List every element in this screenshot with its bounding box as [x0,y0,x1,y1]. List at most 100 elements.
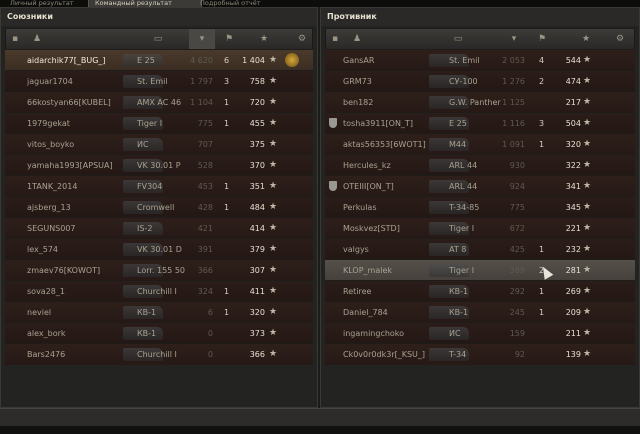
player-icon[interactable]: ♟ [30,29,44,49]
xp-value: 320 [565,140,581,149]
kills-value [539,92,551,113]
player-name: ajsberg_13 [27,203,71,212]
damage-value: 707 [197,140,213,149]
xp-value: 504 [565,119,581,128]
table-row[interactable]: jaguar1704 St. Emil 1 797 3 758 ★ [5,70,313,92]
table-row[interactable]: Moskvez[STD] Tiger I 672 221 ★ [325,217,635,239]
tank-icon[interactable]: ▭ [432,29,484,49]
star-icon: ★ [583,349,592,359]
xp-star-icon[interactable]: ★ [576,29,596,49]
damage-value: 0 [207,350,213,359]
table-row[interactable]: GRM73 СУ-100 1 276 2 474 ★ [325,70,635,92]
damage-value: 1 125 [502,98,525,107]
platoon-icon[interactable]: ▪ [328,29,342,49]
xp-value: 211 [565,329,581,338]
star-icon: ★ [269,181,278,191]
damage-value: 453 [197,182,213,191]
player-name: 1979gekat [27,119,70,128]
xp-value: 232 [565,245,581,254]
kills-value: 1 [539,287,545,296]
table-row[interactable]: 1TANK_2014 FV304 453 1 351 ★ [5,175,313,197]
table-row[interactable]: KLOP_malek Tiger I 389 2 281 ★ [325,259,635,281]
table-row[interactable]: GansAR St. Emil 2 053 4 544 ★ [325,49,635,71]
xp-value: 370 [249,161,265,170]
table-row[interactable]: sova28_1 Churchill I 324 1 411 ★ [5,280,313,302]
table-row[interactable]: ben182 G.W. Panther 1 125 217 ★ [325,91,635,113]
kills-icon[interactable]: ⚑ [532,29,552,49]
damage-value: 92 [514,350,525,359]
tab-personal[interactable]: Личный результат [4,0,96,7]
table-row[interactable]: Ck0v0r0dk3r[_KSU_] T-34 92 139 ★ [325,343,635,365]
table-row[interactable]: Daniel_784 КВ-1 245 1 209 ★ [325,301,635,323]
star-icon: ★ [269,160,278,170]
kills-icon[interactable]: ⚑ [219,29,239,49]
damage-value: 428 [197,203,213,212]
table-row[interactable]: Bars2476 Churchill I 0 366 ★ [5,343,313,365]
kills-value [539,197,551,218]
kills-value [224,239,236,260]
damage-value: 930 [509,161,525,170]
table-row[interactable]: 1979gekat Tiger I 775 1 455 ★ [5,112,313,134]
table-row[interactable]: ingamingchoko ИС 159 211 ★ [325,322,635,344]
damage-value: 672 [509,224,525,233]
xp-value: 139 [565,350,581,359]
table-row[interactable]: aidarchik77[_BUG_] E 25 4 620 6 1 404 ★ [5,49,313,71]
kills-value: 3 [539,119,545,128]
player-name: Bars2476 [27,350,66,359]
kills-value: 1 [224,203,230,212]
table-row[interactable]: Hercules_kz ARL 44 930 322 ★ [325,154,635,176]
player-name: yamaha1993[APSUA] [27,161,113,170]
table-row[interactable]: valgys AT 8 425 1 232 ★ [325,238,635,260]
damage-value: 1 116 [502,119,525,128]
star-icon: ★ [583,76,592,86]
xp-value: 379 [249,245,265,254]
star-icon: ★ [269,55,278,65]
medals-icon[interactable]: ⚙ [610,29,630,49]
player-name: SEGUNS007 [27,224,76,233]
table-row[interactable]: Retiree КВ-1 292 1 269 ★ [325,280,635,302]
star-icon: ★ [269,76,278,86]
xp-value: 209 [565,308,581,317]
damage-value: 0 [207,329,213,338]
damage-value: 389 [509,266,525,275]
platoon-icon[interactable]: ▪ [8,29,22,49]
xp-value: 455 [249,119,265,128]
star-icon: ★ [583,265,592,275]
table-row[interactable]: vitos_boyko ИС 707 375 ★ [5,133,313,155]
tab-detailed[interactable]: Подробный отчёт [194,0,296,7]
table-row[interactable]: ajsberg_13 Cromwell 428 1 484 ★ [5,196,313,218]
star-icon: ★ [583,160,592,170]
table-row[interactable]: OTEIII[ON_T] ARL 44 924 341 ★ [325,175,635,197]
star-icon: ★ [269,223,278,233]
table-row[interactable]: Perkulas T-34-85 775 345 ★ [325,196,635,218]
star-icon: ★ [583,97,592,107]
table-row[interactable]: lex_574 VK 30.01 D 391 379 ★ [5,238,313,260]
xp-star-icon[interactable]: ★ [254,29,274,49]
star-icon: ★ [269,328,278,338]
table-row[interactable]: SEGUNS007 IS-2 421 414 ★ [5,217,313,239]
medals-icon[interactable]: ⚙ [292,29,312,49]
table-row[interactable]: 66kostyan66[KUBEL] AMX AC 46 1 104 1 720 ★ [5,91,313,113]
damage-sort-icon[interactable]: ▾ [501,29,527,49]
player-icon[interactable]: ♟ [350,29,364,49]
xp-value: 375 [249,140,265,149]
xp-value: 221 [565,224,581,233]
tank-icon[interactable]: ▭ [132,29,184,49]
table-row[interactable]: neviel КВ-1 6 1 320 ★ [5,301,313,323]
table-row[interactable]: zmaev76[KOWOT] Lorr. 155 50 366 307 ★ [5,259,313,281]
star-icon: ★ [583,244,592,254]
table-row[interactable]: alex_bork КВ-1 0 373 ★ [5,322,313,344]
star-icon: ★ [269,349,278,359]
table-row[interactable]: aktas56353[6WOT1] M44 1 091 1 320 ★ [325,133,635,155]
star-icon: ★ [269,97,278,107]
xp-value: 720 [249,98,265,107]
xp-value: 544 [565,56,581,65]
damage-value: 1 276 [502,77,525,86]
table-row[interactable]: yamaha1993[APSUA] VK 30.01 P 528 370 ★ [5,154,313,176]
damage-sort-icon[interactable]: ▾ [189,29,215,49]
medal-icon[interactable] [285,53,299,67]
table-row[interactable]: tosha3911[ON_T] E 25 1 116 3 504 ★ [325,112,635,134]
kills-value: 3 [224,77,230,86]
tab-team[interactable]: Командный результат [88,0,202,7]
kills-value [224,155,236,176]
